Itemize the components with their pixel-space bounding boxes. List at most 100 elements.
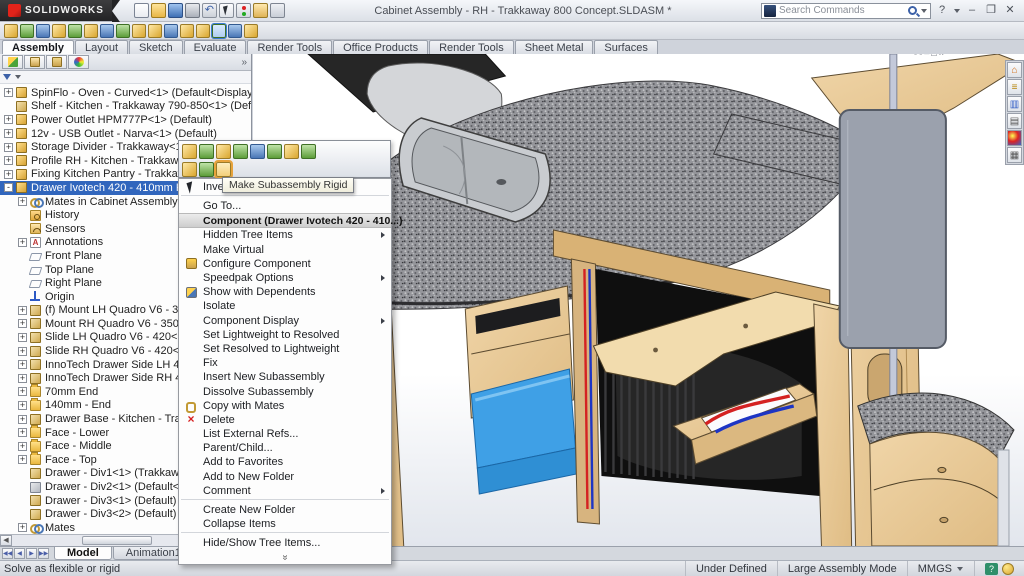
doc-minimize-button[interactable]: –	[924, 54, 929, 58]
expand-icon[interactable]: +	[18, 442, 27, 451]
zoom-to-selection-icon[interactable]	[182, 162, 197, 177]
expand-icon[interactable]: +	[18, 455, 27, 464]
expand-icon[interactable]: +	[18, 374, 27, 383]
expand-icon[interactable]: +	[4, 115, 13, 124]
design-library[interactable]: ≡	[1007, 79, 1022, 95]
expand-icon[interactable]: +	[18, 333, 27, 342]
quick-tips-icon[interactable]: ?	[985, 563, 998, 575]
menu-item[interactable]: Speedpak Options	[179, 271, 391, 285]
custom-properties[interactable]: ▦	[1007, 147, 1022, 163]
instant3d-icon[interactable]	[228, 24, 242, 38]
tab-nav-prev-icon[interactable]: ◀	[14, 548, 25, 559]
menu-item[interactable]: Create New Folder	[179, 503, 391, 517]
help-button[interactable]: ?	[934, 3, 950, 18]
command-tab[interactable]: Sheet Metal	[515, 40, 594, 54]
file-properties-icon[interactable]	[253, 3, 268, 18]
edit-subassembly-icon[interactable]	[182, 144, 197, 159]
minimize-button[interactable]: –	[964, 3, 980, 18]
reorder-components-icon[interactable]	[250, 144, 265, 159]
command-tab[interactable]: Sketch	[129, 40, 183, 54]
menu-item[interactable]: Fix	[179, 356, 391, 370]
display-manager[interactable]	[68, 55, 89, 69]
expand-icon[interactable]: +	[4, 88, 13, 97]
suppress-component-icon[interactable]	[233, 144, 248, 159]
tab-nav-next-icon[interactable]: ▶	[26, 548, 37, 559]
command-tab[interactable]: Assembly	[2, 40, 74, 54]
tab-nav-last-icon[interactable]: ▶▶	[38, 548, 49, 559]
configuration-manager[interactable]	[46, 55, 67, 69]
menu-item[interactable]: Comment	[179, 484, 391, 498]
menu-item[interactable]: Hidden Tree Items	[179, 228, 391, 242]
close-button[interactable]: ✕	[1002, 3, 1018, 18]
restore-button[interactable]: ❐	[983, 3, 999, 18]
scroll-left-icon[interactable]: ◀	[0, 535, 12, 546]
insert-components-icon[interactable]	[4, 24, 18, 38]
bill-of-materials-icon[interactable]	[148, 24, 162, 38]
large-assembly-mode-icon[interactable]	[244, 24, 258, 38]
menu-item[interactable]: Hide/Show Tree Items...	[179, 536, 391, 550]
panel-collapse-chevron-icon[interactable]: »	[241, 57, 247, 68]
doc-close-button[interactable]: ×	[939, 54, 944, 58]
expand-icon[interactable]: +	[4, 143, 13, 152]
explode-line-sketch-icon[interactable]	[180, 24, 194, 38]
new-document-icon[interactable]	[134, 3, 149, 18]
open-document-icon[interactable]	[151, 3, 166, 18]
hide-show-component-icon[interactable]	[216, 144, 231, 159]
appearances-icon[interactable]	[199, 162, 214, 177]
mate-icon[interactable]	[20, 24, 34, 38]
make-subassembly-rigid-icon[interactable]	[216, 162, 231, 177]
tree-item[interactable]: + 12v - USB Outlet - Narva<1> (Default)	[0, 127, 251, 141]
property-manager[interactable]	[24, 55, 45, 69]
expand-icon[interactable]: -	[4, 183, 13, 192]
expand-icon[interactable]: +	[4, 156, 13, 165]
menu-item[interactable]: Add to Favorites	[179, 455, 391, 469]
search-icon[interactable]	[908, 6, 917, 15]
expand-icon[interactable]: +	[18, 319, 27, 328]
search-caret-icon[interactable]	[921, 9, 927, 13]
help-caret-icon[interactable]	[954, 9, 960, 13]
menu-item[interactable]: Component (Drawer Ivotech 420 - 410...)	[179, 213, 391, 228]
print-icon[interactable]	[185, 3, 200, 18]
expand-icon[interactable]: +	[18, 306, 27, 315]
doc-restore-button[interactable]: □	[931, 54, 936, 58]
expand-icon[interactable]: +	[18, 401, 27, 410]
interference-detection-icon[interactable]	[196, 24, 210, 38]
menu-item[interactable]: Go To...	[179, 199, 391, 213]
doc-window-icon[interactable]: ▫	[919, 54, 922, 58]
expand-icon[interactable]: +	[18, 523, 27, 532]
show-hidden-components-icon[interactable]	[84, 24, 98, 38]
menu-item[interactable]: Insert New Subassembly	[179, 370, 391, 384]
doc-window-icon[interactable]: ▫	[914, 54, 917, 58]
search-input[interactable]: Search Commands	[761, 3, 931, 19]
move-component-icon[interactable]	[284, 144, 299, 159]
reference-geometry-icon[interactable]	[116, 24, 130, 38]
command-tab[interactable]: Render Tools	[429, 40, 514, 54]
menu-item[interactable]: Isolate	[179, 299, 391, 313]
command-tab[interactable]: Layout	[75, 40, 128, 54]
menu-item[interactable]: Add to New Folder	[179, 470, 391, 484]
menu-item[interactable]: Dissolve Subassembly	[179, 384, 391, 398]
scroll-thumb[interactable]	[82, 536, 152, 545]
doc-tab[interactable]: Model	[54, 547, 112, 560]
filter-caret-icon[interactable]	[15, 75, 21, 79]
rebuild-icon[interactable]	[236, 3, 251, 18]
new-motion-study-icon[interactable]	[132, 24, 146, 38]
tree-item[interactable]: Shelf - Kitchen - Trakkaway 790-850<1> (…	[0, 100, 251, 114]
feature-manager[interactable]	[2, 55, 23, 69]
menu-item[interactable]: Copy with Mates	[179, 399, 391, 413]
sphere-status-icon[interactable]	[1002, 563, 1014, 575]
expand-icon[interactable]: +	[18, 197, 27, 206]
expand-icon[interactable]: +	[4, 129, 13, 138]
command-tab[interactable]: Render Tools	[247, 40, 332, 54]
smart-fasteners-icon[interactable]	[52, 24, 66, 38]
exploded-view-icon[interactable]	[164, 24, 178, 38]
units-caret-icon[interactable]	[957, 567, 963, 571]
menu-item[interactable]: Set Lightweight to Resolved	[179, 328, 391, 342]
command-tab[interactable]: Evaluate	[184, 40, 247, 54]
expand-icon[interactable]: +	[18, 428, 27, 437]
view-palette[interactable]: ▤	[1007, 113, 1022, 129]
menu-item[interactable]: Set Resolved to Lightweight	[179, 342, 391, 356]
menu-item[interactable]: Make Virtual	[179, 243, 391, 257]
appearances[interactable]: ●	[1007, 130, 1022, 146]
menu-item[interactable]: Collapse Items	[179, 517, 391, 531]
